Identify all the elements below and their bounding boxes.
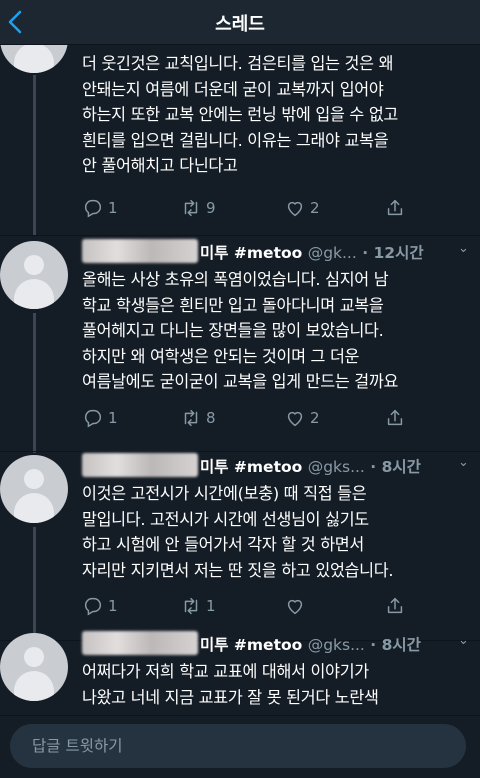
retweet-button[interactable]: 8: [180, 407, 216, 429]
tweet-header: 미투 #metoo @gks... · 8시간 ⌄: [82, 631, 480, 657]
tweet-author[interactable]: 미투 #metoo @gk... · 12시간: [200, 241, 424, 263]
retweet-button[interactable]: 1: [180, 595, 216, 617]
retweet-count: 8: [206, 409, 216, 427]
timestamp: 8시간: [381, 458, 421, 476]
like-icon: [287, 599, 303, 615]
share-icon: [387, 409, 403, 426]
retweet-icon: [184, 597, 198, 615]
handle: @gks...: [307, 636, 365, 654]
like-icon: [287, 201, 303, 217]
thread-timeline[interactable]: 더 웃긴것은 교칙입니다. 검은티를 입는 것은 왜 안돼는지 여름에 더운데 …: [0, 45, 480, 715]
reply-count: 1: [108, 597, 118, 615]
tweet-text: 어쩌다가 저희 학교 교표에 대해서 이야기가 나왔고 너네 지금 교표가 잘 …: [82, 662, 379, 707]
tweet-author[interactable]: 미투 #metoo @gks... · 8시간: [200, 455, 421, 477]
share-icon: [387, 199, 403, 216]
handle: @gks...: [307, 458, 365, 476]
avatar[interactable]: [0, 241, 68, 309]
avatar[interactable]: [0, 455, 68, 523]
redacted-name: [82, 631, 198, 655]
like-button[interactable]: 2: [284, 407, 320, 429]
tweet-actions: 1 9 2: [82, 197, 460, 221]
reply-icon: [84, 409, 102, 428]
tweet-actions: 1 1: [82, 595, 460, 619]
timestamp: 8시간: [381, 636, 421, 654]
retweet-button[interactable]: 9: [180, 197, 216, 219]
share-icon: [387, 597, 403, 614]
redacted-name: [82, 453, 198, 477]
reply-icon: [84, 199, 102, 218]
tweet-text: 이것은 고전시가 시간에(보충) 때 직접 들은 말입니다. 고전시가 시간에 …: [82, 484, 394, 580]
retweet-count: 1: [206, 597, 216, 615]
avatar[interactable]: [0, 45, 68, 73]
like-count: 2: [310, 199, 320, 217]
thread-connector: [33, 75, 36, 235]
retweet-icon: [184, 409, 198, 427]
share-button[interactable]: [384, 407, 406, 429]
reply-count: 1: [108, 199, 118, 217]
thread-connector: [33, 527, 36, 643]
avatar[interactable]: [0, 633, 68, 701]
tweet-text: 올해는 사상 초유의 폭염이었습니다. 심지어 남 학교 학생들은 흰티만 입고…: [82, 270, 399, 391]
retweet-icon: [184, 199, 198, 217]
reply-button[interactable]: 1: [82, 407, 118, 429]
handle: @gk...: [307, 244, 357, 262]
display-name: 미투 #metoo: [200, 458, 303, 476]
tweet-author[interactable]: 미투 #metoo @gks... · 8시간: [200, 633, 421, 655]
page-title: 스레드: [215, 14, 265, 35]
display-name: 미투 #metoo: [200, 636, 303, 654]
dropdown-chevron-icon[interactable]: ⌄: [458, 241, 469, 256]
tweet-header: 미투 #metoo @gks... · 8시간 ⌄: [82, 453, 480, 479]
tweet-actions: 1 8 2: [82, 407, 460, 431]
tweet-header: 미투 #metoo @gk... · 12시간 ⌄: [82, 239, 480, 265]
reply-button[interactable]: 1: [82, 197, 118, 219]
share-button[interactable]: [384, 595, 406, 617]
reply-bar: 답글 트윗하기: [0, 715, 480, 778]
retweet-count: 9: [206, 199, 216, 217]
like-count: 2: [310, 409, 320, 427]
tweet[interactable]: 더 웃긴것은 교칙입니다. 검은티를 입는 것은 왜 안돼는지 여름에 더운데 …: [0, 45, 480, 235]
like-button[interactable]: 2: [284, 197, 320, 219]
like-icon: [287, 411, 303, 427]
dropdown-chevron-icon[interactable]: ⌄: [458, 455, 469, 470]
tweet-text: 더 웃긴것은 교칙입니다. 검은티를 입는 것은 왜 안돼는지 여름에 더운데 …: [82, 54, 399, 175]
thread-connector: [33, 313, 36, 453]
reply-count: 1: [108, 409, 118, 427]
top-bar: 스레드: [0, 0, 480, 45]
share-button[interactable]: [384, 197, 406, 219]
tweet[interactable]: 미투 #metoo @gks... · 8시간 ⌄ 어쩌다가 저희 학교 교표에…: [0, 631, 480, 715]
reply-button[interactable]: 1: [82, 595, 118, 617]
like-button[interactable]: [284, 595, 310, 617]
timestamp: 12시간: [373, 244, 424, 262]
tweet[interactable]: 미투 #metoo @gks... · 8시간 ⌄ 이것은 고전시가 시간에(보…: [0, 453, 480, 643]
reply-input[interactable]: 답글 트윗하기: [10, 724, 466, 768]
reply-icon: [84, 597, 102, 616]
display-name: 미투 #metoo: [200, 244, 303, 262]
tweet[interactable]: 미투 #metoo @gk... · 12시간 ⌄ 올해는 사상 초유의 폭염이…: [0, 239, 480, 453]
redacted-name: [82, 239, 198, 263]
dropdown-chevron-icon[interactable]: ⌄: [458, 633, 469, 648]
